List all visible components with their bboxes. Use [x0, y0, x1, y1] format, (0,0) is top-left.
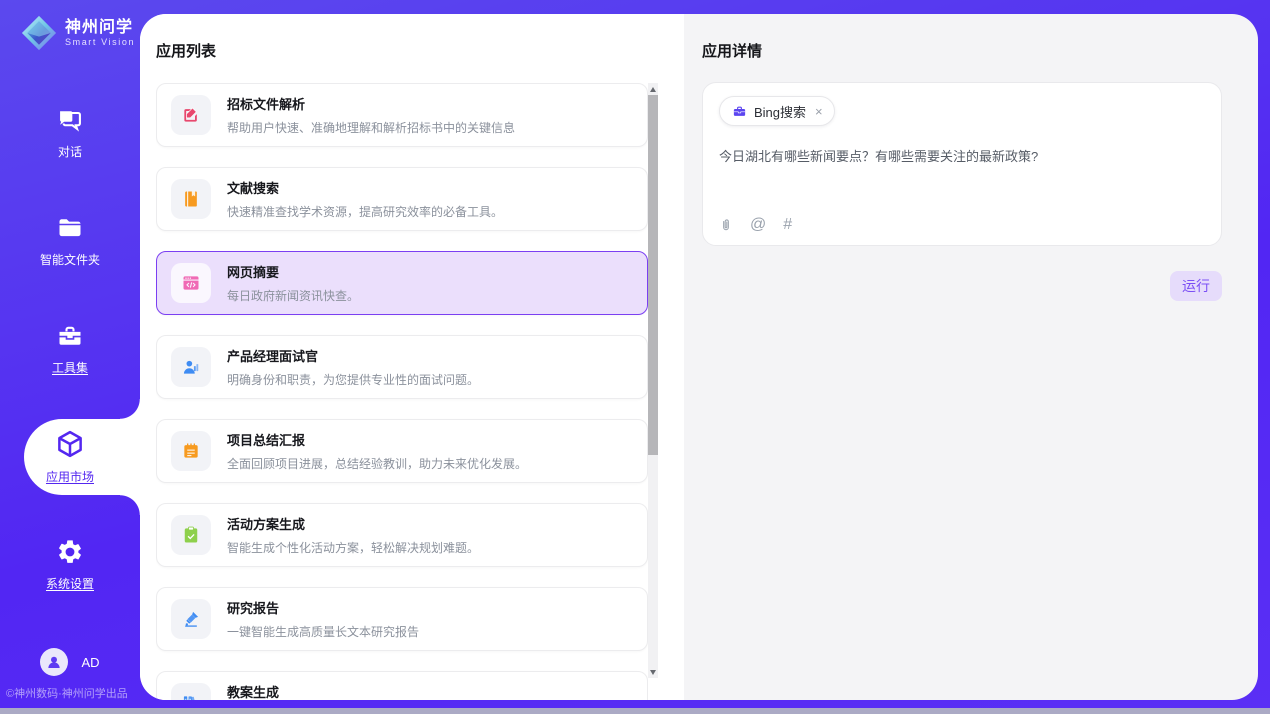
list-scrollbar[interactable] — [648, 83, 658, 678]
sidebar-item-label: 智能文件夹 — [40, 251, 100, 268]
app-card-title: 教案生成 — [227, 682, 467, 700]
logo-diamond-icon — [21, 15, 57, 51]
user-avatar-icon[interactable] — [40, 648, 68, 676]
app-card-desc: 一键智能生成高质量长文本研究报告 — [227, 623, 419, 640]
app-list-panel: 应用列表 招标文件解析 帮助用户快速、准确地理解和解析招标书中的关键信息 — [140, 14, 684, 700]
sidebar-item-label: 对话 — [58, 143, 82, 160]
app-card-web-summary[interactable]: 网页摘要 每日政府新闻资讯快查。 — [156, 251, 648, 315]
close-icon[interactable]: × — [815, 104, 823, 119]
sidebar-item-toolset[interactable]: 工具集 — [0, 313, 140, 385]
app-card-desc: 帮助用户快速、准确地理解和解析招标书中的关键信息 — [227, 119, 515, 136]
app-card-desc: 全面回顾项目进展，总结经验教训，助力未来优化发展。 — [227, 455, 527, 472]
clipboard-check-icon — [171, 515, 211, 555]
app-card-desc: 快速精准查找学术资源，提高研究效率的必备工具。 — [227, 203, 503, 220]
sidebar-item-smart-folder[interactable]: 智能文件夹 — [0, 205, 140, 277]
sidebar-item-label: 工具集 — [52, 359, 88, 376]
folder-icon — [56, 214, 84, 242]
sidebar-item-app-market[interactable]: 应用市场 — [0, 421, 140, 493]
app-detail-panel: 应用详情 Bing搜索 × 今日湖北有哪些新闻要点？有哪些需要关注的最新政策? — [684, 14, 1258, 700]
app-card-lesson-plan[interactable]: 教案生成 模板驱动，教案秒成，教学准备从此轻松快捷 — [156, 671, 648, 700]
scrollbar-down-icon[interactable] — [648, 666, 658, 678]
copyright-text: ©神州数码·神州问学出品 — [6, 685, 128, 701]
sidebar: 神州问学 Smart Vision 对话 — [0, 0, 140, 708]
app-detail-title: 应用详情 — [702, 40, 762, 61]
brand-subtitle: Smart Vision — [65, 37, 135, 47]
scrollbar-thumb[interactable] — [648, 95, 658, 455]
chat-icon — [56, 106, 84, 134]
sidebar-item-settings[interactable]: 系统设置 — [0, 529, 140, 601]
prompt-composer[interactable]: Bing搜索 × 今日湖北有哪些新闻要点？有哪些需要关注的最新政策? @ # — [702, 82, 1222, 246]
tool-chip-bing-search[interactable]: Bing搜索 × — [719, 96, 835, 126]
app-card-title: 研究报告 — [227, 598, 419, 617]
cube-icon — [55, 429, 85, 459]
sidebar-item-label: 系统设置 — [46, 575, 94, 592]
at-icon[interactable]: @ — [750, 216, 766, 234]
app-card-research-report[interactable]: 研究报告 一键智能生成高质量长文本研究报告 — [156, 587, 648, 651]
interviewer-icon — [171, 347, 211, 387]
app-card-desc: 明确身份和职责，为您提供专业性的面试问题。 — [227, 371, 479, 388]
pen-edit-icon — [171, 95, 211, 135]
app-card-title: 文献搜索 — [227, 178, 503, 197]
app-window: 神州问学 Smart Vision 对话 — [0, 0, 1270, 714]
brand-text: 神州问学 Smart Vision — [65, 19, 135, 47]
sidebar-nav: 对话 智能文件夹 工具 — [0, 97, 140, 637]
app-card-project-summary[interactable]: 项目总结汇报 全面回顾项目进展，总结经验教训，助力未来优化发展。 — [156, 419, 648, 483]
research-icon — [171, 599, 211, 639]
paperclip-icon[interactable] — [719, 217, 733, 233]
app-card-title: 活动方案生成 — [227, 514, 479, 533]
note-icon — [171, 431, 211, 471]
app-card-title: 网页摘要 — [227, 262, 359, 281]
composer-toolbar: @ # — [719, 216, 792, 234]
app-list-title: 应用列表 — [156, 40, 216, 61]
bottom-edge-strip — [0, 708, 1270, 714]
app-card-title: 项目总结汇报 — [227, 430, 527, 449]
user-account[interactable]: AD — [0, 648, 140, 676]
books-icon — [171, 683, 211, 700]
gear-icon — [56, 538, 84, 566]
toolbox-icon — [56, 322, 84, 350]
app-card-desc: 智能生成个性化活动方案，轻松解决规划难题。 — [227, 539, 479, 556]
app-card-bid-analysis[interactable]: 招标文件解析 帮助用户快速、准确地理解和解析招标书中的关键信息 — [156, 83, 648, 147]
browser-code-icon — [171, 263, 211, 303]
hash-icon[interactable]: # — [783, 216, 792, 234]
brand-name: 神州问学 — [65, 19, 135, 37]
tool-chip-label: Bing搜索 — [754, 102, 806, 121]
scrollbar-up-icon[interactable] — [648, 83, 658, 95]
app-card-literature-search[interactable]: 文献搜索 快速精准查找学术资源，提高研究效率的必备工具。 — [156, 167, 648, 231]
briefcase-icon — [732, 104, 747, 119]
user-initials: AD — [81, 655, 99, 670]
app-card-desc: 每日政府新闻资讯快查。 — [227, 287, 359, 304]
app-card-title: 招标文件解析 — [227, 94, 515, 113]
app-list: 招标文件解析 帮助用户快速、准确地理解和解析招标书中的关键信息 文献搜索 — [156, 83, 648, 700]
sidebar-item-chat[interactable]: 对话 — [0, 97, 140, 169]
app-card-event-plan[interactable]: 活动方案生成 智能生成个性化活动方案，轻松解决规划难题。 — [156, 503, 648, 567]
app-card-pm-interviewer[interactable]: 产品经理面试官 明确身份和职责，为您提供专业性的面试问题。 — [156, 335, 648, 399]
content-area: 应用列表 招标文件解析 帮助用户快速、准确地理解和解析招标书中的关键信息 — [140, 14, 1258, 700]
brand-logo: 神州问学 Smart Vision — [21, 15, 135, 51]
book-icon — [171, 179, 211, 219]
sidebar-item-label: 应用市场 — [46, 468, 94, 485]
prompt-input[interactable]: 今日湖北有哪些新闻要点？有哪些需要关注的最新政策? — [719, 148, 1205, 166]
run-button[interactable]: 运行 — [1170, 271, 1222, 301]
app-card-title: 产品经理面试官 — [227, 346, 479, 365]
